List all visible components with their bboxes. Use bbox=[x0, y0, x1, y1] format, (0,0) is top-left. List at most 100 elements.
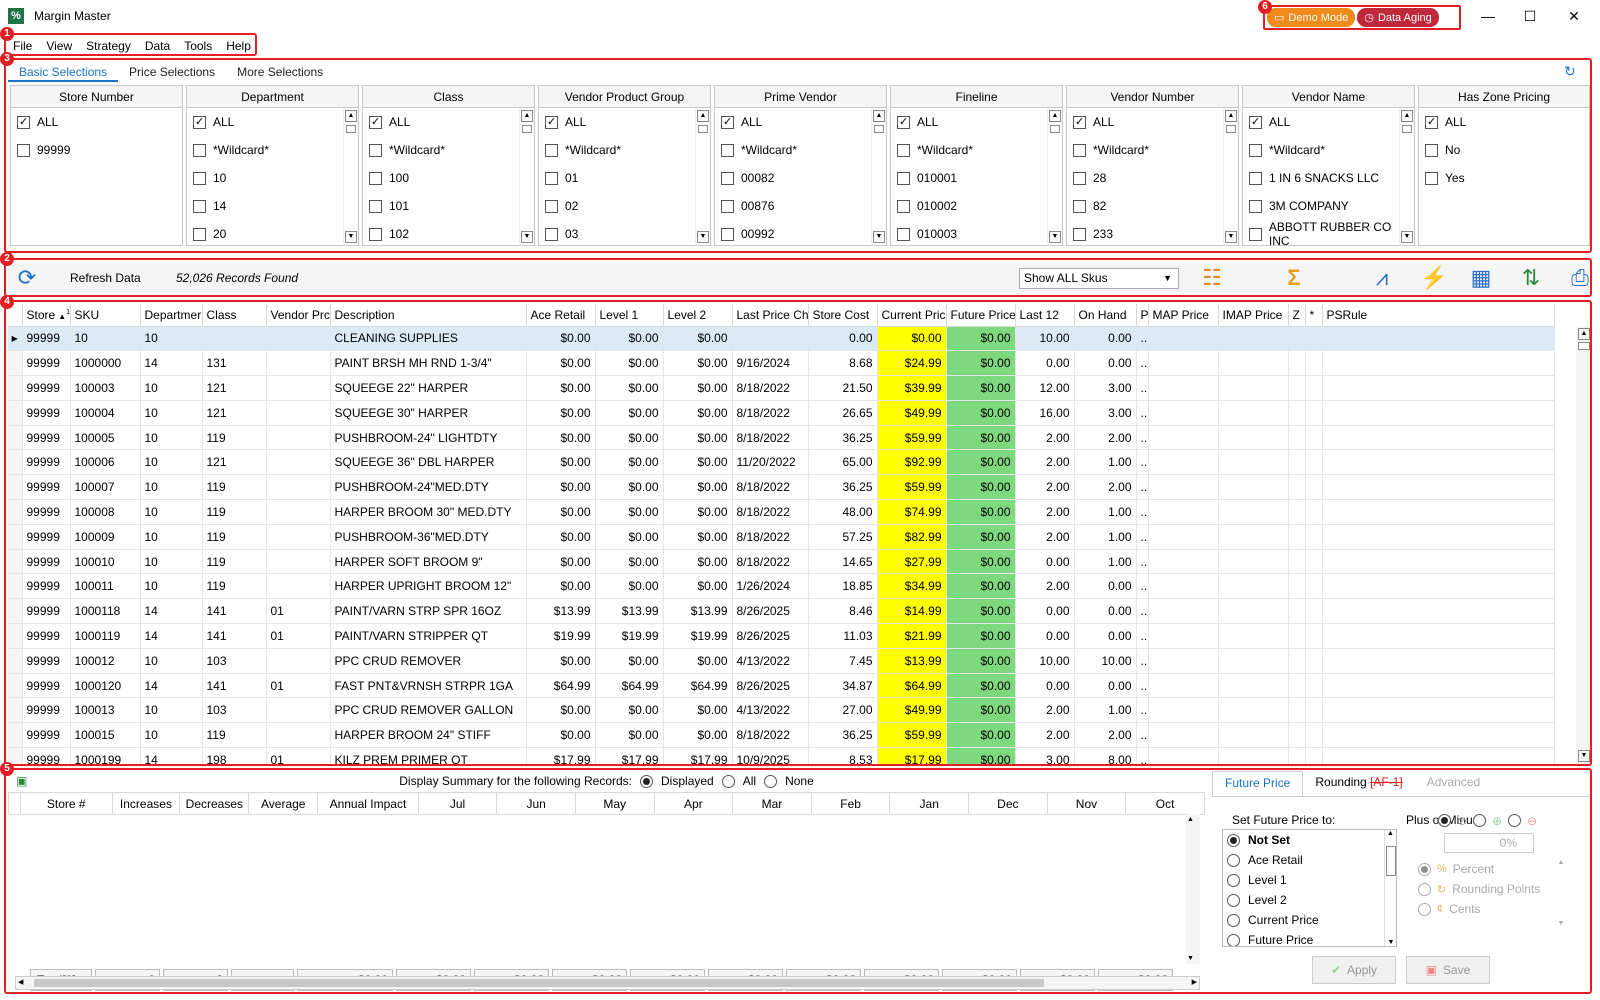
cell-current-pric[interactable]: $49.99 bbox=[877, 400, 947, 426]
cell-level-1[interactable]: $0.00 bbox=[595, 648, 664, 674]
cell-current-pric[interactable]: $59.99 bbox=[877, 425, 947, 451]
cell-z[interactable] bbox=[1288, 350, 1306, 377]
cell-on-hand[interactable]: 0.00 bbox=[1074, 573, 1137, 600]
cell-p[interactable]: .. bbox=[1136, 326, 1149, 352]
cell-last-12[interactable]: 2.00 bbox=[1015, 573, 1075, 600]
row-indicator[interactable] bbox=[8, 524, 23, 550]
filter-option[interactable]: 14 bbox=[187, 192, 358, 220]
cell-[interactable] bbox=[1305, 673, 1323, 699]
cell-description[interactable]: CLEANING SUPPLIES bbox=[330, 326, 527, 352]
summary-column-header[interactable]: Nov bbox=[1046, 792, 1127, 815]
cell-sku[interactable]: 100005 bbox=[70, 425, 141, 451]
cell-imap-price[interactable] bbox=[1218, 449, 1289, 476]
summary-radio-none[interactable] bbox=[764, 774, 778, 788]
print-icon[interactable]: ⎙ bbox=[1562, 264, 1598, 292]
cell-last-12[interactable]: 0.00 bbox=[1015, 623, 1075, 649]
scroll-down-arrow[interactable]: ▼ bbox=[1225, 231, 1237, 243]
tab-rounding[interactable]: Rounding [AF-1] bbox=[1303, 771, 1414, 796]
filter-option[interactable]: 010001 bbox=[891, 164, 1062, 192]
mode-option[interactable]: ↻ Rounding Points bbox=[1418, 879, 1540, 899]
scroll-thumb[interactable] bbox=[1226, 125, 1236, 133]
checkbox[interactable] bbox=[369, 227, 382, 241]
checkbox[interactable] bbox=[897, 143, 910, 157]
cell-vendor-prc[interactable]: 01 bbox=[266, 673, 331, 699]
summary-column-header[interactable]: Feb bbox=[810, 792, 891, 815]
cell-level-2[interactable]: $0.00 bbox=[663, 573, 733, 600]
cell-last-12[interactable]: 2.00 bbox=[1015, 425, 1075, 451]
cell-class[interactable]: 103 bbox=[202, 648, 267, 674]
row-indicator[interactable] bbox=[8, 549, 23, 575]
table-row[interactable]: 99999 100013 10 103 PPC CRUD REMOVER GALLON $… bbox=[8, 697, 1555, 724]
scroll-down-arrow[interactable]: ▼ bbox=[1187, 955, 1194, 962]
scroll-down-arrow[interactable]: ▼ bbox=[697, 231, 709, 243]
cell-p[interactable]: .. bbox=[1136, 573, 1149, 600]
cell-store[interactable]: 99999 bbox=[22, 524, 71, 550]
cell-description[interactable]: PAINT BRSH MH RND 1-3/4" bbox=[330, 350, 527, 377]
cell-store-cost[interactable]: 36.25 bbox=[808, 722, 878, 749]
sum-icon[interactable]: Σ bbox=[1276, 264, 1312, 292]
table-row[interactable]: 99999 100006 10 121 SQUEEGE 36" DBL HARPER $0… bbox=[8, 449, 1555, 476]
cell-level-2[interactable]: $0.00 bbox=[663, 474, 733, 501]
table-row[interactable]: 99999 100005 10 119 PUSHBROOM-24" LIGHTDTY $0… bbox=[8, 425, 1555, 451]
cell-future-price[interactable]: $0.00 bbox=[946, 425, 1016, 451]
cell-z[interactable] bbox=[1288, 499, 1306, 525]
checkbox[interactable] bbox=[1425, 171, 1438, 185]
menu-help[interactable]: Help bbox=[219, 36, 258, 56]
table-row[interactable]: ▶ 99999 10 10 CLEANING SUPPLIES $0.00 $0.00 $0.… bbox=[8, 326, 1555, 352]
cell-store[interactable]: 99999 bbox=[22, 549, 71, 575]
summary-column-header[interactable]: Jun bbox=[496, 792, 576, 815]
summary-horizontal-scrollbar[interactable]: ◀ ▶ bbox=[15, 976, 1200, 990]
cell-store-cost[interactable]: 36.25 bbox=[808, 425, 878, 451]
cell-on-hand[interactable]: 0.00 bbox=[1074, 326, 1137, 352]
cell-p[interactable]: .. bbox=[1136, 549, 1149, 575]
column-header[interactable]: Last Price Ch bbox=[732, 304, 809, 327]
scroll-down-arrow[interactable]: ▼ bbox=[521, 231, 533, 243]
filter-option[interactable]: 00876 bbox=[715, 192, 886, 220]
cell-level-1[interactable]: $0.00 bbox=[595, 499, 664, 525]
cell-ace-retail[interactable]: $0.00 bbox=[526, 499, 596, 525]
cell-departmer[interactable]: 10 bbox=[140, 524, 203, 550]
cell-map-price[interactable] bbox=[1148, 350, 1219, 377]
cell-p[interactable]: .. bbox=[1136, 449, 1149, 476]
scroll-down-arrow[interactable]: ▼ bbox=[1401, 231, 1413, 243]
radio-button[interactable] bbox=[1227, 933, 1240, 946]
row-indicator[interactable] bbox=[8, 747, 23, 764]
checkbox[interactable] bbox=[1073, 143, 1086, 157]
cell-level-2[interactable]: $0.00 bbox=[663, 400, 733, 426]
cell-departmer[interactable]: 10 bbox=[140, 474, 203, 501]
lightning-icon[interactable]: ⚡ bbox=[1416, 264, 1452, 292]
cell-store-cost[interactable]: 34.87 bbox=[808, 673, 878, 699]
cell-sku[interactable]: 100007 bbox=[70, 474, 141, 501]
cell-description[interactable]: FAST PNT&VRNSH STRPR 1GA bbox=[330, 673, 527, 699]
cell-imap-price[interactable] bbox=[1218, 375, 1289, 401]
cell-class[interactable] bbox=[202, 326, 267, 352]
cell-imap-price[interactable] bbox=[1218, 697, 1289, 724]
price-option[interactable]: Not Set bbox=[1223, 830, 1396, 850]
summary-radio-all[interactable] bbox=[721, 774, 735, 788]
filter-option[interactable]: 02 bbox=[539, 192, 710, 220]
radio-button[interactable] bbox=[1227, 853, 1240, 867]
cell-p[interactable]: .. bbox=[1136, 722, 1149, 749]
cell-vendor-prc[interactable]: 01 bbox=[266, 623, 331, 649]
cell-last-price-ch[interactable]: 11/20/2022 bbox=[732, 449, 809, 476]
cell-ace-retail[interactable]: $0.00 bbox=[526, 524, 596, 550]
cell-on-hand[interactable]: 1.00 bbox=[1074, 524, 1137, 550]
checkbox[interactable] bbox=[1249, 227, 1262, 241]
cell-future-price[interactable]: $0.00 bbox=[946, 375, 1016, 401]
cell-level-1[interactable]: $0.00 bbox=[595, 573, 664, 600]
cell-class[interactable]: 103 bbox=[202, 697, 267, 724]
cell-ace-retail[interactable]: $17.99 bbox=[526, 747, 596, 764]
summary-column-header[interactable]: May bbox=[574, 792, 655, 815]
cell-store-cost[interactable]: 8.53 bbox=[808, 747, 878, 764]
maximize-button[interactable]: ☐ bbox=[1518, 6, 1542, 26]
cell-description[interactable]: PAINT/VARN STRIPPER QT bbox=[330, 623, 527, 649]
cell-map-price[interactable] bbox=[1148, 326, 1219, 352]
filter-option[interactable]: ✓ ALL bbox=[363, 108, 534, 136]
cell-last-12[interactable]: 2.00 bbox=[1015, 697, 1075, 724]
column-header[interactable]: Store Cost bbox=[808, 304, 878, 327]
cell-last-price-ch[interactable]: 8/18/2022 bbox=[732, 549, 809, 575]
cell-z[interactable] bbox=[1288, 573, 1306, 600]
cell-sku[interactable]: 100003 bbox=[70, 375, 141, 401]
cell-description[interactable]: KILZ PREM PRIMER QT bbox=[330, 747, 527, 764]
cell-ace-retail[interactable]: $0.00 bbox=[526, 549, 596, 575]
